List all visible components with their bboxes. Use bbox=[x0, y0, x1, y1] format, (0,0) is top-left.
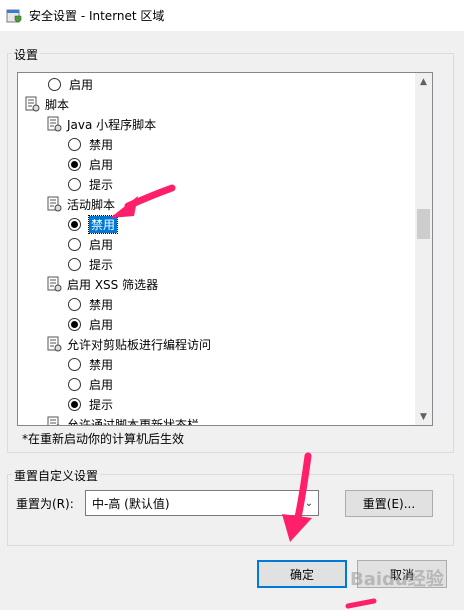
settings-tree-content: 启用 脚本 Java 小程序脚本 禁用 启用 提示 活动脚本 禁用 启用 提示 启用 XSS 筛选器… bbox=[18, 73, 416, 425]
reset-to-label: 重置为(R): bbox=[16, 497, 74, 511]
tree-radio-option[interactable]: 禁用 bbox=[68, 294, 113, 314]
tree-item-label: 启用 bbox=[89, 157, 114, 172]
script-settings-icon bbox=[46, 196, 62, 212]
tree-item-label: 启用 bbox=[89, 317, 114, 332]
radio-button[interactable] bbox=[68, 157, 81, 171]
tree-item-label: 禁用 bbox=[89, 297, 114, 312]
radio-button[interactable] bbox=[68, 177, 81, 191]
tree-item-label: 脚本 bbox=[45, 97, 70, 112]
radio-button[interactable] bbox=[68, 377, 81, 391]
tree-radio-option[interactable]: 启用 bbox=[68, 234, 113, 254]
reset-group-legend: 重置自定义设置 bbox=[12, 467, 101, 484]
annotation-arrow-icon bbox=[345, 598, 377, 609]
tree-item-label: 提示 bbox=[89, 177, 114, 192]
script-settings-icon bbox=[46, 336, 62, 352]
tree-item-label: 提示 bbox=[89, 257, 114, 272]
title-bar: 安全设置 - Internet 区域 bbox=[0, 0, 464, 31]
tree-category: 活动脚本 bbox=[46, 194, 115, 214]
tree-item-label: 启用 bbox=[69, 77, 94, 92]
tree-item-label: 提示 bbox=[89, 397, 114, 412]
tree-item-label: 禁用 bbox=[89, 137, 114, 152]
tree-radio-option[interactable]: 提示 bbox=[68, 254, 113, 274]
radio-button[interactable] bbox=[68, 237, 81, 251]
radio-button[interactable] bbox=[48, 77, 61, 91]
radio-button[interactable] bbox=[68, 257, 81, 271]
tree-radio-option[interactable]: 启用 bbox=[48, 74, 93, 94]
radio-button[interactable] bbox=[68, 357, 81, 371]
radio-button[interactable] bbox=[68, 137, 81, 151]
script-settings-icon bbox=[46, 276, 62, 292]
restart-note: *在重新启动你的计算机后生效 bbox=[22, 432, 185, 446]
scrollbar-thumb[interactable] bbox=[417, 209, 430, 239]
tree-category: 启用 XSS 筛选器 bbox=[46, 274, 158, 294]
script-settings-icon bbox=[46, 416, 62, 425]
tree-item-label: 禁用 bbox=[89, 357, 114, 372]
chevron-down-icon[interactable]: ⌄ bbox=[300, 491, 318, 515]
radio-button[interactable] bbox=[68, 397, 81, 411]
tree-item-label: 启用 bbox=[89, 237, 114, 252]
tree-radio-option[interactable]: 禁用 bbox=[68, 134, 113, 154]
reset-button[interactable]: 重置(E)... bbox=[345, 490, 433, 517]
reset-level-select[interactable]: 中-高 (默认值) ⌄ bbox=[85, 490, 319, 516]
tree-radio-option[interactable]: 启用 bbox=[68, 154, 113, 174]
tree-radio-option[interactable]: 启用 bbox=[68, 374, 113, 394]
tree-item-label: 启用 bbox=[89, 377, 114, 392]
tree-radio-option[interactable]: 提示 bbox=[68, 174, 113, 194]
tree-radio-option[interactable]: 提示 bbox=[68, 394, 113, 414]
window-title: 安全设置 - Internet 区域 bbox=[29, 9, 165, 23]
tree-item-label: 禁用 bbox=[87, 214, 119, 234]
tree-radio-option[interactable]: 禁用 bbox=[68, 214, 119, 234]
scroll-up-icon[interactable]: ▲ bbox=[415, 73, 432, 90]
ok-button[interactable]: 确定 bbox=[257, 560, 347, 588]
scroll-down-icon[interactable]: ▼ bbox=[415, 408, 432, 425]
tree-radio-option[interactable]: 禁用 bbox=[68, 354, 113, 374]
tree-item-label: 启用 XSS 筛选器 bbox=[67, 277, 159, 292]
tree-item-label: 允许对剪贴板进行编程访问 bbox=[67, 337, 212, 352]
tree-item-label: 活动脚本 bbox=[67, 197, 116, 212]
reset-level-value: 中-高 (默认值) bbox=[92, 496, 170, 511]
tree-category: 脚本 bbox=[24, 94, 69, 114]
script-settings-icon bbox=[24, 96, 40, 112]
tree-category: Java 小程序脚本 bbox=[46, 114, 156, 134]
shield-icon bbox=[6, 8, 22, 24]
tree-category: 允许对剪贴板进行编程访问 bbox=[46, 334, 211, 354]
settings-group-legend: 设置 bbox=[12, 46, 41, 63]
vertical-scrollbar[interactable]: ▲ ▼ bbox=[415, 73, 432, 425]
tree-item-label: Java 小程序脚本 bbox=[67, 117, 157, 132]
radio-button[interactable] bbox=[68, 217, 81, 231]
settings-tree[interactable]: 启用 脚本 Java 小程序脚本 禁用 启用 提示 活动脚本 禁用 启用 提示 启用 XSS 筛选器… bbox=[17, 72, 433, 426]
radio-button[interactable] bbox=[68, 317, 81, 331]
tree-category: 允许通过脚本更新状态栏 bbox=[46, 414, 199, 425]
tree-item-label: 允许通过脚本更新状态栏 bbox=[67, 417, 200, 426]
radio-button[interactable] bbox=[68, 297, 81, 311]
script-settings-icon bbox=[46, 116, 62, 132]
tree-radio-option[interactable]: 启用 bbox=[68, 314, 113, 334]
watermark: Baidu经验 bbox=[350, 569, 444, 590]
